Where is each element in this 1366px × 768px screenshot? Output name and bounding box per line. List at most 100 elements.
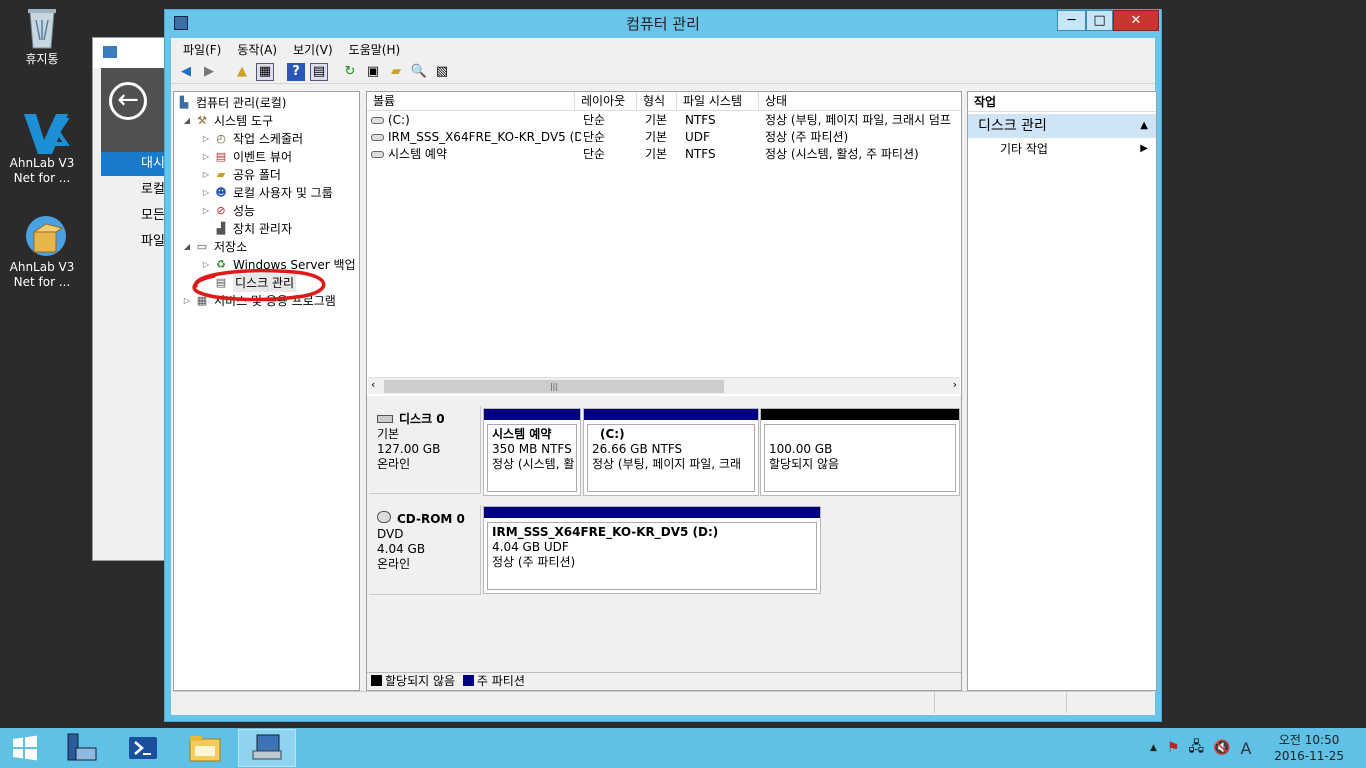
volume-row[interactable]: IRM_SSS_X64FRE_KO-KR_DV5 (D:) 단순 기본 UDF …	[367, 129, 961, 146]
tree-item-label: 작업 스케줄러	[233, 132, 304, 146]
show-hidden-icons-button[interactable]: ▲	[1150, 743, 1157, 753]
action-pane-icon[interactable]: ▤	[310, 62, 328, 81]
volume-layout: 단순	[583, 147, 606, 161]
tree-item-local-users[interactable]: ▷ ☻ 로컬 사용자 및 그룹	[201, 184, 333, 202]
ime-indicator[interactable]: A	[1241, 739, 1252, 758]
show-hide-tree-icon[interactable]: ▦	[256, 62, 274, 81]
disk-0-label[interactable]: 디스크 0 기본 127.00 GB 온라인	[369, 406, 481, 494]
device-manager-icon: ▟	[216, 222, 226, 235]
help-icon[interactable]: ?	[287, 62, 305, 81]
menu-file[interactable]: 파일(F)	[175, 41, 229, 58]
nav-item-dashboard[interactable]: 대시	[101, 152, 171, 176]
partition-color-bar	[484, 507, 820, 518]
export-list-icon[interactable]: ▧	[433, 63, 451, 81]
volume-muted-icon[interactable]: 🔇	[1213, 740, 1230, 756]
search-icon[interactable]: 🔍	[410, 63, 428, 81]
network-icon[interactable]: 🖧	[1188, 736, 1204, 760]
menu-help[interactable]: 도움말(H)	[341, 41, 409, 58]
actions-header: 작업	[968, 92, 1156, 112]
nav-item-all[interactable]: 모든	[101, 204, 171, 228]
tree-item-label: 컴퓨터 관리(로컬)	[196, 96, 287, 110]
properties-icon[interactable]: ▣	[364, 63, 382, 81]
computer-management-window[interactable]: 컴퓨터 관리 ─ □ ✕ 파일(F) 동작(A) 보기(V) 도움말(H) ◀ …	[164, 9, 1162, 722]
actions-more-item[interactable]: 기타 작업 ▶	[968, 138, 1156, 160]
cdrom-0-label[interactable]: CD-ROM 0 DVD 4.04 GB 온라인	[369, 505, 481, 595]
collapse-triangle-icon[interactable]: ◢	[182, 238, 192, 256]
collapse-triangle-icon[interactable]: ◢	[182, 112, 192, 130]
back-button[interactable]: ◀	[177, 63, 195, 81]
menu-view[interactable]: 보기(V)	[285, 41, 341, 58]
system-clock[interactable]: 오전 10:50 2016-11-25	[1274, 732, 1344, 764]
window-titlebar[interactable]: 컴퓨터 관리 ─ □ ✕	[165, 10, 1161, 38]
tree-item-storage[interactable]: ◢ ▭ 저장소	[182, 238, 247, 256]
status-bar-section	[935, 692, 1067, 713]
expand-triangle-icon[interactable]: ▷	[201, 166, 211, 184]
nav-item-file[interactable]: 파일	[101, 230, 171, 254]
taskbar-server-manager[interactable]	[52, 729, 110, 767]
action-center-flag-icon[interactable]: ⚑	[1167, 740, 1180, 756]
column-header-status[interactable]: 상태	[759, 92, 961, 111]
tree-item-shared-folders[interactable]: ▷ ▰ 공유 폴더	[201, 166, 281, 184]
recycle-bin-shortcut[interactable]: 휴지통	[4, 6, 80, 67]
taskbar-powershell[interactable]	[114, 729, 172, 767]
scroll-thumb[interactable]: |||	[384, 380, 724, 393]
tree-item-task-scheduler[interactable]: ▷ ◴ 작업 스케줄러	[201, 130, 303, 148]
maximize-button[interactable]: □	[1086, 10, 1113, 31]
scroll-right-icon[interactable]: ›	[953, 378, 957, 391]
partition-size: 26.66 GB NTFS	[592, 442, 683, 456]
powershell-icon	[129, 737, 157, 759]
partition-c-drive[interactable]: (C:) 26.66 GB NTFS 정상 (부팅, 페이지 파일, 크래	[583, 408, 759, 496]
volume-row[interactable]: (C:) 단순 기본 NTFS 정상 (부팅, 페이지 파일, 크래시 덤프	[367, 112, 961, 129]
column-header-volume[interactable]: 볼륨	[367, 92, 575, 111]
partition-size: 100.00 GB	[769, 442, 833, 456]
disk-status: 온라인	[377, 557, 411, 571]
expand-triangle-icon[interactable]: ▷	[201, 184, 211, 202]
tree-item-label: 저장소	[214, 240, 248, 254]
server-manager-window[interactable]: ← 대시 로컬 모든 파일	[92, 37, 172, 561]
volume-name: IRM_SSS_X64FRE_KO-KR_DV5 (D:)	[388, 130, 581, 144]
column-header-type[interactable]: 형식	[637, 92, 677, 111]
nav-item-local[interactable]: 로컬	[101, 178, 171, 202]
collapse-up-icon[interactable]: ▲	[1140, 114, 1148, 138]
partition-unallocated[interactable]: 100.00 GB 할당되지 않음	[760, 408, 960, 496]
expand-triangle-icon[interactable]: ▷	[201, 130, 211, 148]
actions-section-label: 디스크 관리	[978, 118, 1047, 134]
ahnlab-v3-shortcut[interactable]: AhnLab V3 Net for ...	[4, 214, 80, 290]
tree-item-performance[interactable]: ▷ ⊘ 성능	[201, 202, 255, 220]
partition-title	[769, 427, 951, 442]
tree-item-computer-management[interactable]: ▙ 컴퓨터 관리(로컬)	[176, 94, 287, 112]
actions-section-disk-management[interactable]: 디스크 관리 ▲	[968, 114, 1156, 138]
expand-triangle-icon[interactable]: ▷	[201, 148, 211, 166]
ahnlab-v3-shortcut[interactable]: AhnLab V3 Net for ...	[4, 110, 80, 186]
column-header-layout[interactable]: 레이아웃	[575, 92, 637, 111]
menu-action[interactable]: 동작(A)	[229, 41, 285, 58]
expand-triangle-icon[interactable]: ▷	[201, 202, 211, 220]
disk-graph-area: 디스크 0 기본 127.00 GB 온라인 시스템 예약 350 MB NTF…	[367, 400, 961, 672]
taskbar-computer-management[interactable]	[238, 729, 296, 767]
partition-cdrom-d-drive[interactable]: IRM_SSS_X64FRE_KO-KR_DV5 (D:) 4.04 GB UD…	[483, 506, 821, 594]
start-button[interactable]	[0, 729, 50, 767]
back-arrow-icon[interactable]: ←	[109, 82, 147, 120]
horizontal-scrollbar[interactable]: ‹ ||| ›	[368, 377, 960, 394]
partition-legend: 할당되지 않음 주 파티션	[367, 672, 961, 690]
scroll-left-icon[interactable]: ‹	[371, 378, 375, 391]
taskbar-file-explorer[interactable]	[176, 729, 234, 767]
server-manager-icon	[103, 46, 117, 58]
tree-item-system-tools[interactable]: ◢ ⚒ 시스템 도구	[182, 112, 273, 130]
column-header-filesystem[interactable]: 파일 시스템	[677, 92, 759, 111]
volume-row[interactable]: 시스템 예약 단순 기본 NTFS 정상 (시스템, 활성, 주 파티션)	[367, 146, 961, 163]
volume-layout: 단순	[583, 113, 606, 127]
minimize-button[interactable]: ─	[1057, 10, 1086, 31]
open-folder-icon[interactable]: ▰	[387, 63, 405, 81]
close-button[interactable]: ✕	[1113, 10, 1159, 31]
refresh-icon[interactable]: ↻	[341, 63, 359, 81]
status-bar-section	[1067, 692, 1153, 713]
forward-button[interactable]: ▶	[200, 63, 218, 81]
partition-system-reserved[interactable]: 시스템 예약 350 MB NTFS 정상 (시스템, 활	[483, 408, 581, 496]
shared-folder-icon: ▰	[216, 168, 226, 181]
up-folder-icon[interactable]: ▲	[233, 63, 251, 81]
tree-item-event-viewer[interactable]: ▷ ▤ 이벤트 뷰어	[201, 148, 292, 166]
tree-item-device-manager[interactable]: ▟ 장치 관리자	[213, 220, 292, 238]
drive-icon	[371, 117, 384, 124]
volume-filesystem: UDF	[685, 130, 710, 144]
